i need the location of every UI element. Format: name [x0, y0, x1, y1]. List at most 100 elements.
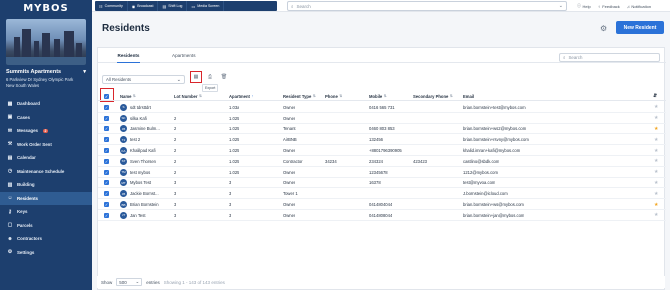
column-name[interactable]: Name ⇅	[120, 91, 136, 101]
row-checkbox[interactable]: ✓	[104, 156, 109, 167]
table-row[interactable]: ✓ MT Mybos Test 3 3 Owner 16378 test@myvoa.com ★	[98, 178, 666, 189]
gear-icon[interactable]: ⚙	[600, 24, 607, 33]
row-checkbox[interactable]: ✓	[104, 124, 109, 135]
table-search-input[interactable]: Search	[568, 55, 582, 60]
name-cell[interactable]: T2 test 2	[120, 134, 172, 145]
star-icon[interactable]: ★	[654, 210, 658, 221]
table-row[interactable]: ✓ ST Sven Thorsen 2 1.025 Contractor 34234 2343…	[98, 156, 666, 167]
mobile-cell: +8801796390905	[369, 148, 402, 154]
table-row[interactable]: ✓ T2 test 2 2 1.025 AirBNB 132456 brian.bornste…	[98, 134, 666, 146]
sidebar-item-cases[interactable]: ▣ Cases	[0, 111, 92, 125]
name-cell[interactable]: ST Sven Thorsen	[120, 156, 172, 167]
topbar-tab-community[interactable]: ☷ Community	[95, 1, 128, 11]
sidebar-item-parcels[interactable]: ▢ Parcels	[0, 219, 92, 233]
column-settings-icon[interactable]: ⇵	[653, 91, 657, 101]
table-row[interactable]: ✓ JT Jan Test 3 3 Owner 0414808044 brian.bornst…	[98, 210, 666, 221]
topbar-tab-broadcast[interactable]: ◉ Broadcast	[128, 1, 159, 11]
row-checkbox[interactable]: ✓	[104, 188, 109, 199]
sidebar-item-building[interactable]: ▥ Building	[0, 178, 92, 192]
sidebar-item-label: Dashboard	[17, 101, 40, 107]
select-all-checkbox[interactable]: ✓	[104, 91, 109, 101]
sidebar-item-residents[interactable]: ☺ Residents	[0, 191, 92, 205]
topbar-tab-media-screen[interactable]: ▭ Media Screen	[187, 1, 225, 11]
row-checkbox[interactable]: ✓	[104, 210, 109, 221]
name-cell[interactable]: MT Mybos Test	[120, 178, 172, 189]
table-row[interactable]: ✓ JB Jackie Bornst... 3 3 Tower 1 J.bornstein@…	[98, 188, 666, 200]
table-row[interactable]: ✓ JB Jasmine Bulm... 2 1.025 Tenant 0460 803 8…	[98, 124, 666, 135]
name-cell[interactable]: JB Jasmine Bulm...	[120, 124, 172, 135]
star-icon[interactable]: ★	[654, 102, 658, 113]
global-search[interactable]: ⌕ Search ⌄	[287, 1, 567, 11]
star-icon[interactable]: ★	[654, 134, 658, 145]
star-icon[interactable]: ★	[654, 178, 658, 189]
name-cell[interactable]: JB Jackie Bornst...	[120, 188, 172, 199]
star-icon[interactable]: ★	[654, 188, 658, 199]
star-icon[interactable]: ★	[654, 156, 658, 167]
app-logo[interactable]: MYBOS	[0, 0, 92, 16]
row-checkbox[interactable]: ✓	[104, 167, 109, 178]
table-row[interactable]: ✓ SK silka Kafi 2 1.025 Owner ★	[98, 113, 666, 124]
column-email-label: Email	[463, 93, 475, 99]
name-cell[interactable]: TM test mybos	[120, 167, 172, 178]
row-checkbox[interactable]: ✓	[104, 178, 109, 189]
table-row[interactable]: ✓ Ssdt tdrsttdrt 1.03a Owner 0416 565 731 bri…	[98, 102, 666, 113]
resident-filter-select[interactable]: All Residents ⌄	[102, 75, 185, 84]
unread-badge: 2	[43, 128, 48, 133]
star-icon[interactable]: ★	[654, 145, 658, 156]
notification-link[interactable]: ♫ Notification	[627, 4, 651, 9]
star-icon[interactable]: ★	[654, 167, 658, 178]
table-row[interactable]: ✓ TM test mybos 2 1.025 Owner 12345678 1212@myb…	[98, 167, 666, 178]
name-cell[interactable]: Ssdt tdrsttdrt	[120, 102, 172, 113]
column-resident-type[interactable]: Resident Type ⇅	[283, 91, 316, 101]
name-cell[interactable]: SK silka Kafi	[120, 113, 172, 124]
chevron-down-icon[interactable]: ⌄	[559, 3, 563, 9]
column-email[interactable]: Email	[463, 91, 474, 101]
new-resident-button[interactable]: New Resident	[616, 21, 664, 34]
export-button[interactable]: ▦	[190, 71, 202, 83]
sort-icon: ⇅	[383, 94, 387, 98]
column-secondary-phone[interactable]: Secondary Phone ⇅	[413, 91, 453, 101]
star-icon[interactable]: ★	[654, 113, 658, 124]
sidebar-item-maintenance-schedule[interactable]: ◷ Maintenance Schedule	[0, 165, 92, 179]
sidebar-item-work-order-sent[interactable]: ⚒ Work Order Sent	[0, 138, 92, 152]
row-checkbox[interactable]: ✓	[104, 199, 109, 210]
tab-apartments[interactable]: Apartments	[172, 48, 196, 63]
sidebar-item-contractors[interactable]: ☻ Contractors	[0, 232, 92, 246]
row-checkbox[interactable]: ✓	[104, 145, 109, 156]
column-mobile[interactable]: Mobile ⇅	[369, 91, 387, 101]
print-button[interactable]: ⎙	[206, 73, 214, 81]
delete-button[interactable]: 🗑	[220, 73, 228, 81]
tab-residents[interactable]: Residents	[117, 48, 140, 63]
name-cell[interactable]: BB Brian Bornstein	[120, 199, 172, 210]
table-row[interactable]: ✓ BB Brian Bornstein 3 3 Owner 0414804044 brian…	[98, 199, 666, 210]
estate-address: 6 Parkview Dr Sydney Olympic Park New So…	[6, 77, 86, 89]
search-input[interactable]: Search	[297, 4, 311, 9]
page-size-select[interactable]: 500 ⌄	[116, 278, 143, 286]
estate-selector[interactable]: Summits Apartments ▾	[6, 69, 86, 75]
name-cell[interactable]: JT Jan Test	[120, 210, 172, 221]
chevron-down-icon: ⌄	[135, 279, 140, 284]
sidebar-item-dashboard[interactable]: ▦ Dashboard	[0, 97, 92, 111]
apartment-cell: 1.025	[229, 148, 240, 154]
table-search[interactable]: ⌕ Search	[559, 53, 660, 62]
column-apartment[interactable]: Apartment ↑	[229, 91, 253, 101]
sidebar-item-messages[interactable]: ✉ Messages 2	[0, 124, 92, 138]
help-link[interactable]: ⓘ Help	[577, 3, 591, 9]
feedback-link[interactable]: ♀ Feedback	[598, 4, 620, 9]
row-checkbox[interactable]: ✓	[104, 113, 109, 124]
star-icon[interactable]: ★	[654, 124, 658, 135]
resident-name: sdt tdrsttdrt	[130, 104, 151, 110]
sidebar-item-calendar[interactable]: ▤ Calendar	[0, 151, 92, 165]
star-icon[interactable]: ★	[654, 199, 658, 210]
column-lot-number[interactable]: Lot Number ⇅	[174, 91, 202, 101]
name-cell[interactable]: KA Khalilpad Kafi	[120, 145, 172, 156]
column-lot-label: Lot Number	[174, 93, 198, 99]
row-checkbox[interactable]: ✓	[104, 102, 109, 113]
column-apartment-label: Apartment	[229, 93, 250, 99]
column-phone[interactable]: Phone ⇅	[325, 91, 342, 101]
table-row[interactable]: ✓ KA Khalilpad Kafi 2 1.025 Owner +88017963909…	[98, 145, 666, 156]
sidebar-item-settings[interactable]: ⚙ Settings	[0, 246, 92, 260]
topbar-tab-shift-log[interactable]: ▤ Shift Log	[158, 1, 188, 11]
sidebar-item-keys[interactable]: ⚷ Keys	[0, 205, 92, 219]
row-checkbox[interactable]: ✓	[104, 134, 109, 145]
